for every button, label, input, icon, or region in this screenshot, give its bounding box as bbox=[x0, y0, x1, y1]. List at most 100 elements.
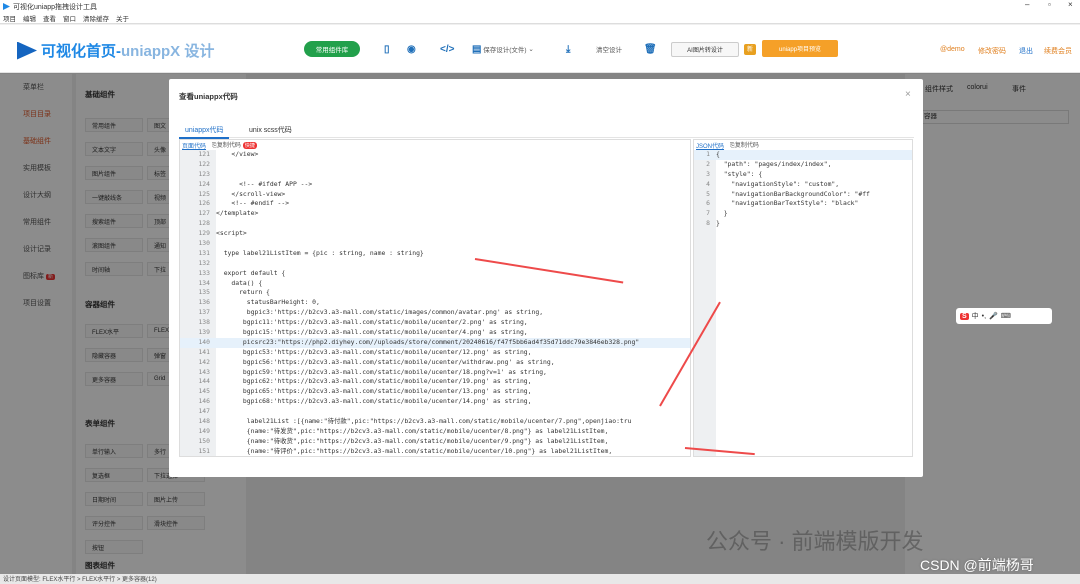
line-number: 122 bbox=[198, 159, 210, 168]
username[interactable]: @demo bbox=[940, 46, 965, 53]
line-number: 2 bbox=[706, 159, 710, 168]
line-gutter: 121 122 123 124 125 126 127 128 129 130 131 132 133 1… bbox=[180, 150, 216, 456]
json-code-line: "path": "pages/index/index", bbox=[716, 159, 832, 168]
page-code-editor[interactable]: 121 122 123 124 125 126 127 128 129 130 131 132 133 1… bbox=[180, 150, 690, 456]
json-code-line: { bbox=[716, 150, 912, 160]
line-number: 151 bbox=[198, 446, 210, 455]
line-number: 129 bbox=[198, 229, 210, 238]
code-line: export default { bbox=[216, 268, 286, 277]
code-line: </scroll-view> bbox=[216, 189, 286, 198]
line-number: 5 bbox=[706, 189, 710, 198]
maximize-icon[interactable]: ▫ bbox=[1048, 0, 1051, 9]
menu-item[interactable]: 关于 bbox=[116, 13, 129, 23]
code-line: bgpic68:'https://b2cv3.a3-mall.com/stati… bbox=[216, 397, 532, 406]
code-line: bgpic53:'https://b2cv3.a3-mall.com/stati… bbox=[216, 347, 532, 356]
code-line: picsrc23:"https://php2.diyhey.com//uploa… bbox=[216, 337, 690, 348]
line-number: 131 bbox=[198, 248, 210, 257]
json-code-editor[interactable]: 12345678 { "path": "pages/index/index", … bbox=[694, 150, 912, 456]
ime-logo-icon: S bbox=[960, 312, 969, 320]
menu-item[interactable]: 清除缓存 bbox=[83, 13, 109, 23]
line-number: 136 bbox=[198, 298, 210, 307]
minimize-icon[interactable]: – bbox=[1025, 0, 1029, 9]
json-code-line: } bbox=[716, 209, 728, 218]
preview-eye-icon[interactable]: ◉ bbox=[407, 42, 416, 56]
component-library-button[interactable]: 常用组件库 bbox=[304, 41, 360, 57]
code-line: {name:"待评价",pic:"https://b2cv3.a3-mall.c… bbox=[216, 446, 613, 455]
bottom-breadcrumb: 设计页面模型: FLEX水平行 > FLEX水平行 > 更多容器(12) bbox=[0, 574, 1080, 584]
copy-code-button[interactable]: ⎘复制代码 bbox=[212, 140, 241, 150]
line-number: 146 bbox=[198, 397, 210, 406]
json-code-line: "navigationBarTextStyle": "black" bbox=[716, 199, 859, 208]
tab-scss-code[interactable]: unix scss代码 bbox=[249, 125, 292, 135]
brand-name: 可视化首页- bbox=[41, 43, 121, 60]
download-icon[interactable]: ⤓ bbox=[566, 42, 570, 56]
json-code-line: "style": { bbox=[716, 169, 763, 178]
json-code-label[interactable]: JSON代码 bbox=[696, 141, 724, 150]
json-copy-code-button[interactable]: ⎘复制代码 bbox=[730, 140, 759, 150]
code-dialog: 查看uniappx代码 × uniappx代码 unix scss代码 页面代码… bbox=[169, 79, 923, 477]
line-number: 133 bbox=[198, 268, 210, 277]
line-number: 130 bbox=[198, 239, 210, 248]
save-design-label: 保存设计(文件) bbox=[483, 47, 527, 54]
save-design-button[interactable]: ▤ 保存设计(文件) ⌄ bbox=[472, 42, 534, 56]
code-line: bgpic11:'https://b2cv3.a3-mall.com/stati… bbox=[216, 318, 528, 327]
close-icon[interactable]: × bbox=[905, 89, 911, 100]
line-number: 140 bbox=[180, 337, 216, 348]
menu-item[interactable]: 编辑 bbox=[23, 13, 36, 23]
page-code-pane: 页面代码 ⎘复制代码 快捷 121 122 123 124 125 126 127 128 12… bbox=[179, 139, 691, 457]
brand[interactable]: 可视化首页- uniappX 设计 bbox=[17, 40, 214, 61]
ime-chinese-icon: 中 bbox=[971, 313, 979, 320]
ai-image-design-button[interactable]: AI图片转设计 bbox=[671, 42, 739, 57]
json-code-lines[interactable]: { "path": "pages/index/index", "style": … bbox=[716, 150, 912, 456]
page-code-label[interactable]: 页面代码 bbox=[182, 141, 206, 150]
menu-item[interactable]: 查看 bbox=[43, 13, 56, 23]
line-number: 144 bbox=[198, 377, 210, 386]
window-titlebar: 可视化uniapp拖拽设计工具 bbox=[0, 0, 1080, 13]
ime-toolbar[interactable]: S 中 •, 🎤 ⌨ bbox=[956, 308, 1052, 324]
code-line: bgpic65:'https://b2cv3.a3-mall.com/stati… bbox=[216, 387, 532, 396]
app-logo-icon bbox=[3, 3, 10, 10]
line-number: 134 bbox=[198, 278, 210, 287]
logout-link[interactable]: 退出 bbox=[1019, 46, 1033, 56]
trash-icon[interactable]: 🗑 bbox=[644, 42, 657, 56]
close-window-icon[interactable]: × bbox=[1068, 0, 1073, 9]
line-number: 125 bbox=[198, 189, 210, 198]
line-number: 142 bbox=[198, 357, 210, 366]
json-code-line: } bbox=[716, 219, 720, 228]
menu-item[interactable]: 项目 bbox=[3, 13, 16, 23]
line-number: 6 bbox=[706, 199, 710, 208]
page-code-header: 页面代码 ⎘复制代码 快捷 bbox=[180, 140, 690, 150]
ai-image-design-label: AI图片转设计 bbox=[687, 48, 723, 54]
code-line: bgpic15:'https://b2cv3.a3-mall.com/stati… bbox=[216, 328, 528, 337]
line-number: 126 bbox=[198, 199, 210, 208]
vip-renew-link[interactable]: 续费会员 bbox=[1044, 46, 1072, 56]
line-number: 141 bbox=[198, 347, 210, 356]
clear-design-button[interactable]: 清空设计 bbox=[596, 42, 622, 56]
menubar: 项目 编辑 查看 窗口 清除缓存 关于 bbox=[0, 13, 1080, 24]
phone-icon[interactable]: ▯ bbox=[384, 42, 390, 56]
code-line: label21List :[{name:"待付款",pic:"https://b… bbox=[216, 417, 632, 426]
uniapp-preview-button[interactable]: uniapp项目预览 bbox=[762, 40, 838, 57]
code-icon[interactable]: </> bbox=[440, 42, 454, 56]
tab-uniappx-code[interactable]: uniappx代码 bbox=[185, 125, 224, 135]
line-number: 121 bbox=[198, 150, 210, 158]
json-code-line: "navigationStyle": "custom", bbox=[716, 179, 840, 188]
line-number: 128 bbox=[198, 219, 210, 228]
line-number: 3 bbox=[706, 169, 710, 178]
line-number: 139 bbox=[198, 328, 210, 337]
line-number: 7 bbox=[706, 209, 710, 218]
code-lines[interactable]: </view> <!-- #ifdef APP --> </scroll-vie… bbox=[216, 150, 690, 456]
menu-item[interactable]: 窗口 bbox=[63, 13, 76, 23]
line-number: 127 bbox=[198, 209, 210, 218]
window-title: 可视化uniapp拖拽设计工具 bbox=[13, 3, 98, 11]
change-password-link[interactable]: 修改密码 bbox=[978, 46, 1006, 56]
line-number: 149 bbox=[198, 426, 210, 435]
code-line: bgpic56:'https://b2cv3.a3-mall.com/stati… bbox=[216, 357, 555, 366]
code-line: </view> bbox=[216, 150, 259, 158]
code-line: <!-- #ifdef APP --> bbox=[216, 179, 313, 188]
line-number: 143 bbox=[198, 367, 210, 376]
json-code-header: JSON代码 ⎘复制代码 bbox=[694, 140, 912, 150]
